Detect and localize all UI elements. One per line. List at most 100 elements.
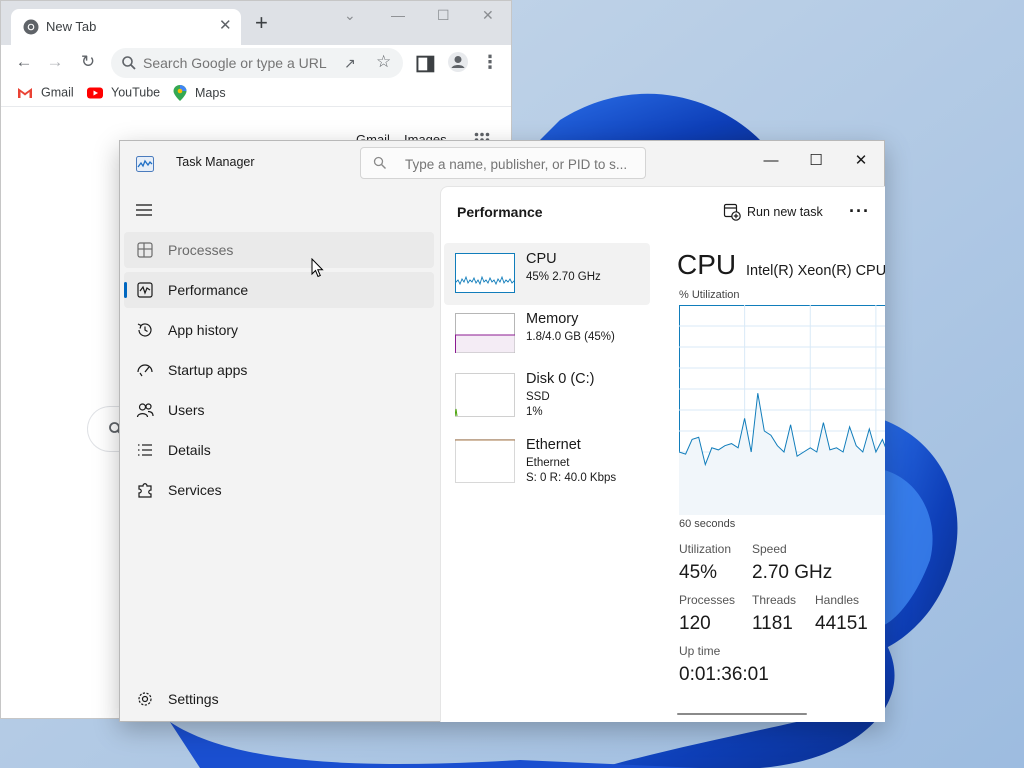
nav-item-users[interactable]: Users <box>124 392 434 428</box>
nav-label: Details <box>168 442 211 458</box>
chrome-logo-icon <box>23 19 39 35</box>
nav-item-app-history[interactable]: App history <box>124 312 434 348</box>
time-axis-label: 60 seconds <box>679 518 736 530</box>
perf-item-ethernet[interactable]: Ethernet Ethernet S: 0 R: 40.0 Kbps <box>444 429 650 491</box>
memory-thumbnail-graph <box>455 313 515 353</box>
chrome-maximize-button[interactable]: ☐ <box>437 7 450 24</box>
gmail-icon <box>18 87 32 98</box>
history-icon <box>137 323 152 337</box>
cpu-model-name: Intel(R) Xeon(R) CPU <box>746 263 885 279</box>
bookmark-maps[interactable]: Maps <box>173 85 226 101</box>
reload-icon[interactable]: ↻ <box>77 51 99 73</box>
maximize-button[interactable]: ☐ <box>793 147 839 175</box>
detail-title: CPU <box>677 249 737 280</box>
stat-value-speed: 2.70 GHz <box>752 562 833 583</box>
chrome-toolbar: ← → ↻ ↗ ☆ ⋮ <box>1 45 511 79</box>
nav-item-services[interactable]: Services <box>124 472 434 508</box>
perf-item-summary: 1.8/4.0 GB (45%) <box>526 331 615 343</box>
perf-item-summary: 1% <box>526 406 543 418</box>
cpu-thumbnail-graph <box>455 253 515 293</box>
nav-label: Processes <box>168 242 234 258</box>
omnibox-input[interactable] <box>143 53 333 73</box>
stat-label-threads: Threads <box>752 593 797 607</box>
bookmark-label: Maps <box>195 86 226 100</box>
perf-item-name: Disk 0 (C:) <box>526 371 595 387</box>
nav-item-performance[interactable]: Performance <box>124 272 434 308</box>
nav-label: App history <box>168 322 239 338</box>
perf-item-summary: S: 0 R: 40.0 Kbps <box>526 472 617 484</box>
speedometer-icon <box>137 364 153 377</box>
tab-new-tab[interactable]: New Tab ✕ <box>11 9 241 45</box>
performance-icon <box>137 282 153 298</box>
run-task-label: Run new task <box>747 205 823 219</box>
chrome-tabstrip: New Tab ✕ + ⌄ — ☐ ✕ <box>1 1 511 45</box>
chrome-close-button[interactable]: ✕ <box>482 7 494 24</box>
perf-item-memory[interactable]: Memory 1.8/4.0 GB (45%) <box>444 303 650 365</box>
more-options-button[interactable]: ··· <box>849 201 870 222</box>
stat-value-utilization: 45% <box>679 562 718 583</box>
perf-item-summary: 45% 2.70 GHz <box>526 271 601 283</box>
task-manager-window: Task Manager — ☐ ✕ Processes Performance <box>119 140 885 722</box>
perf-item-type: SSD <box>526 391 550 403</box>
horizontal-scrollbar[interactable] <box>677 713 807 715</box>
stat-label-speed: Speed <box>752 542 787 556</box>
disk-thumbnail-graph <box>455 373 515 417</box>
new-tab-button[interactable]: + <box>255 12 268 34</box>
ethernet-thumbnail-graph <box>455 439 515 483</box>
nav-label: Settings <box>168 691 219 707</box>
stat-label-utilization: Utilization <box>679 542 732 556</box>
chrome-minimize-button[interactable]: — <box>391 7 405 23</box>
close-button[interactable]: ✕ <box>838 147 884 175</box>
nav-item-startup-apps[interactable]: Startup apps <box>124 352 434 388</box>
perf-item-name: CPU <box>526 251 557 267</box>
selection-indicator <box>124 282 127 298</box>
tab-close-icon[interactable]: ✕ <box>219 18 232 34</box>
search-icon <box>122 56 136 70</box>
youtube-icon <box>87 87 103 99</box>
hamburger-menu-icon[interactable] <box>136 203 152 217</box>
side-panel-icon[interactable] <box>415 53 437 75</box>
nav-label: Services <box>168 482 222 498</box>
perf-item-adapter: Ethernet <box>526 457 570 469</box>
window-title: Task Manager <box>176 155 255 169</box>
stat-value-uptime: 0:01:36:01 <box>679 664 769 685</box>
chrome-menu-icon[interactable]: ⋮ <box>479 51 501 73</box>
omnibox[interactable]: ↗ ☆ <box>111 48 403 78</box>
bookmark-youtube[interactable]: YouTube <box>87 85 160 100</box>
process-search-box[interactable] <box>360 147 646 179</box>
tab-search-icon[interactable]: ⌄ <box>344 7 356 24</box>
nav-item-details[interactable]: Details <box>124 432 434 468</box>
nav-label: Users <box>168 402 205 418</box>
perf-item-name: Ethernet <box>526 437 581 453</box>
nav-item-settings[interactable]: Settings <box>124 681 434 717</box>
gear-icon <box>138 692 152 706</box>
search-input[interactable] <box>405 154 635 174</box>
list-icon <box>138 444 152 456</box>
task-manager-app-icon <box>136 156 154 172</box>
bookmarks-bar: Gmail YouTube Maps <box>1 81 511 107</box>
stat-label-handles: Handles <box>815 593 860 607</box>
stat-label-uptime: Up time <box>679 644 721 658</box>
stat-value-threads: 1181 <box>752 613 793 634</box>
perf-item-disk[interactable]: Disk 0 (C:) SSD 1% <box>444 363 650 425</box>
utilization-axis-label: % Utilization <box>679 289 740 301</box>
nav-item-processes[interactable]: Processes <box>124 232 434 268</box>
share-icon[interactable]: ↗ <box>344 55 356 72</box>
puzzle-icon <box>138 483 152 498</box>
cpu-utilization-graph <box>679 305 885 515</box>
search-icon <box>373 156 386 169</box>
nav-label: Performance <box>168 282 249 298</box>
bookmark-star-icon[interactable]: ☆ <box>376 52 391 72</box>
bookmark-gmail[interactable]: Gmail <box>17 85 74 100</box>
processes-icon <box>137 242 153 258</box>
stat-value-handles: 44151 <box>815 613 868 634</box>
stat-label-processes: Processes <box>679 593 736 607</box>
back-arrow-icon[interactable]: ← <box>13 51 35 73</box>
perf-item-cpu[interactable]: CPU 45% 2.70 GHz <box>444 243 650 305</box>
forward-arrow-icon[interactable]: → <box>44 51 66 73</box>
profile-avatar-icon[interactable] <box>447 51 469 73</box>
nav-label: Startup apps <box>168 362 248 378</box>
minimize-button[interactable]: — <box>748 147 794 175</box>
users-icon <box>136 403 154 418</box>
page-title: Performance <box>457 204 543 220</box>
